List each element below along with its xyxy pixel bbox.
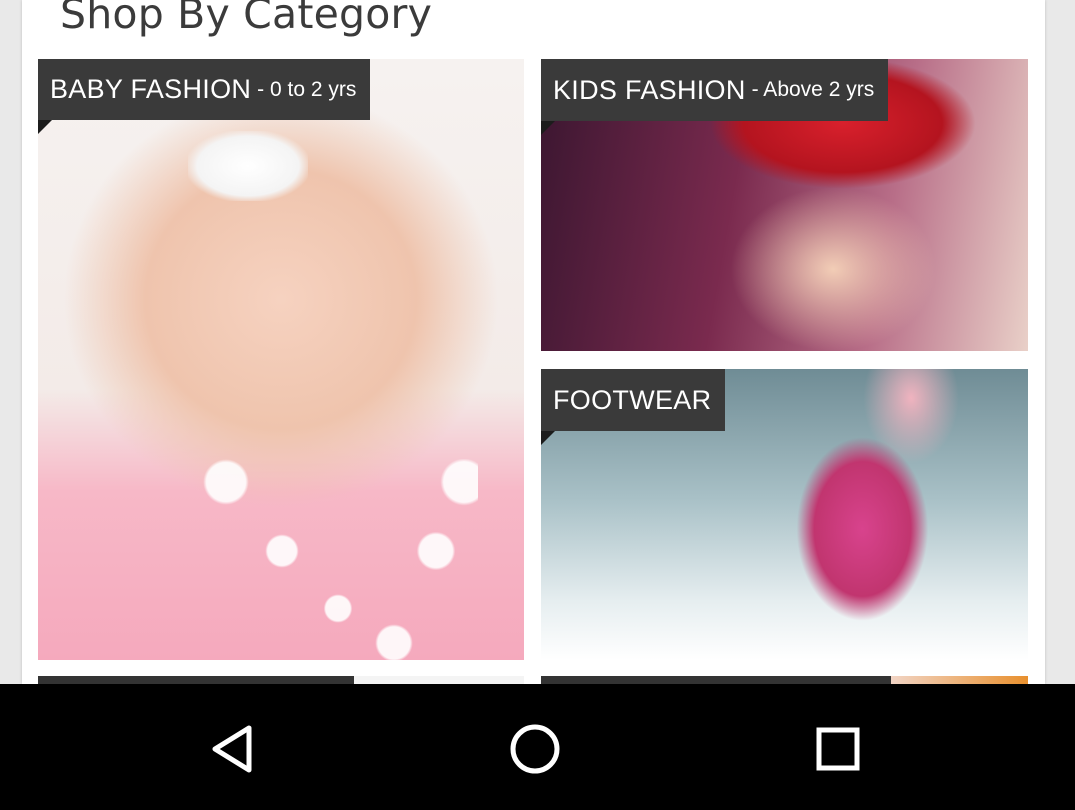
home-button[interactable] bbox=[500, 714, 570, 784]
category-tile-baby-fashion[interactable]: BABY FASHION - 0 to 2 yrs bbox=[38, 59, 524, 660]
category-label-partial bbox=[541, 676, 891, 684]
category-label-main: FOOTWEAR bbox=[553, 384, 712, 415]
category-label-sub: - 0 to 2 yrs bbox=[257, 77, 357, 101]
category-label: BABY FASHION - 0 to 2 yrs bbox=[38, 59, 371, 134]
baby-photo-pearls bbox=[198, 459, 478, 660]
category-label-sub: - Above 2 yrs bbox=[751, 78, 875, 101]
recents-button[interactable] bbox=[803, 714, 873, 784]
recents-square-icon bbox=[816, 727, 860, 771]
category-tile-kids-fashion[interactable]: KIDS FASHION - Above 2 yrs bbox=[541, 59, 1028, 351]
back-triangle-icon bbox=[212, 725, 252, 773]
category-label-partial bbox=[38, 676, 354, 684]
section-title: Shop By Category bbox=[60, 0, 433, 38]
category-label-main: BABY FASHION bbox=[50, 74, 252, 104]
category-tile-partial-right[interactable] bbox=[541, 676, 1028, 684]
category-tile-footwear[interactable]: FOOTWEAR bbox=[541, 369, 1028, 660]
baby-photo-bow bbox=[188, 131, 308, 201]
back-button[interactable] bbox=[198, 714, 268, 784]
category-label-main: KIDS FASHION bbox=[553, 74, 746, 105]
system-navigation-bar bbox=[0, 684, 1075, 810]
category-label: KIDS FASHION - Above 2 yrs bbox=[541, 59, 889, 135]
category-tile-partial-left[interactable] bbox=[38, 676, 524, 684]
category-label: FOOTWEAR bbox=[541, 369, 726, 445]
home-circle-icon bbox=[510, 724, 560, 774]
